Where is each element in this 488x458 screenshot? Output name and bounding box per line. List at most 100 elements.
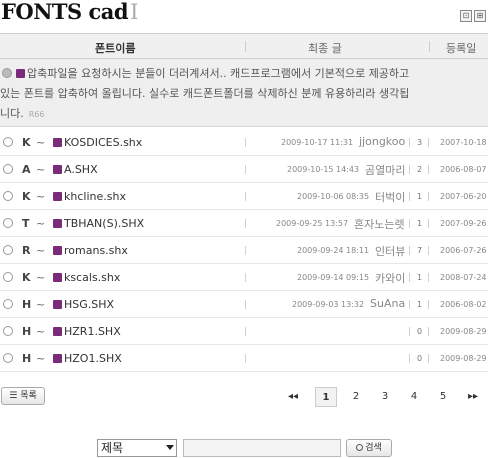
- font-file-link[interactable]: KOSDICES.shx: [64, 136, 142, 149]
- page-4[interactable]: 4: [404, 387, 424, 407]
- column-font-name: 폰트이름: [95, 42, 136, 55]
- list-header: 폰트이름 최종 글 등록일: [0, 33, 488, 59]
- row-radio-icon[interactable]: [3, 299, 13, 309]
- search-button[interactable]: 검색: [346, 439, 392, 457]
- column-divider: [428, 246, 429, 255]
- post-count: 1: [417, 219, 423, 228]
- last-post-author[interactable]: SuAna: [370, 297, 405, 310]
- last-page-icon[interactable]: ▸▸: [466, 387, 480, 407]
- search-icon: [356, 444, 364, 451]
- table-row[interactable]: A ~ A.SHX 2009-10-15 14:43 곰열마리 2 2006-08-07: [0, 156, 488, 183]
- table-row[interactable]: H ~ HZO1.SHX 0 2009-08-29: [0, 345, 488, 372]
- board-header: FONTS cadI ⊡ ⊞: [0, 0, 488, 30]
- notice-row[interactable]: 압축파일을 요청하시는 분들이 더러계셔서.. 캐드프로그램에서 기본적으로 제…: [0, 59, 488, 127]
- table-row[interactable]: K ~ KOSDICES.shx 2009-10-17 11:31 jjongkoo 3 2…: [0, 129, 488, 156]
- column-divider: [245, 300, 246, 309]
- row-tilde: ~: [36, 136, 46, 149]
- last-post-author[interactable]: 곰열마리: [365, 162, 405, 178]
- font-file-link[interactable]: HSG.SHX: [64, 298, 114, 311]
- row-radio-icon[interactable]: [3, 245, 13, 255]
- post-count: 1: [417, 300, 423, 309]
- disk-icon: [53, 192, 62, 201]
- font-file-link[interactable]: HZR1.SHX: [64, 325, 121, 338]
- column-divider: [428, 300, 429, 309]
- column-divider: [409, 165, 410, 174]
- last-post-author[interactable]: 터벅이: [375, 189, 405, 205]
- row-initial: A: [22, 163, 31, 176]
- row-initial: T: [22, 217, 30, 230]
- disk-icon: [53, 273, 62, 282]
- column-divider: [245, 192, 246, 201]
- table-row[interactable]: K ~ kscals.shx 2009-09-14 09:15 카와이 1 2008-07-…: [0, 264, 488, 291]
- registered-date: 2007-10-18: [440, 138, 487, 147]
- disk-icon: [53, 354, 62, 363]
- row-radio-icon[interactable]: [3, 164, 13, 174]
- row-tilde: ~: [36, 244, 46, 257]
- notice-text-end[interactable]: 니다.: [0, 107, 24, 120]
- board-title-text: FONTS cad: [1, 0, 129, 24]
- table-row[interactable]: H ~ HSG.SHX 2009-09-03 13:32 SuAna 1 2006-08-0…: [0, 291, 488, 318]
- admin-icon[interactable]: ⊞: [474, 10, 486, 22]
- registered-date: 2007-09-26: [440, 219, 487, 228]
- registered-date: 2009-08-29: [440, 354, 487, 363]
- last-post-author[interactable]: 카와이: [375, 270, 405, 286]
- column-registered: 등록일: [446, 42, 477, 55]
- search-input[interactable]: [183, 439, 341, 457]
- last-post-author[interactable]: 혼자노는렛: [354, 216, 405, 232]
- registered-date: 2009-08-29: [440, 327, 487, 336]
- row-radio-icon[interactable]: [3, 218, 13, 228]
- notice-line-2[interactable]: 있는 폰트를 압축하여 올립니다. 실수로 캐드폰트폴더를 삭제하신 분께 유용…: [0, 84, 488, 104]
- last-post-date: 2009-09-14 09:15: [297, 273, 370, 282]
- page-2[interactable]: 2: [346, 387, 366, 407]
- search-button-label: 검색: [365, 443, 382, 453]
- table-row[interactable]: R ~ romans.shx 2009-09-24 18:11 인터뷰 7 2006-07-…: [0, 237, 488, 264]
- column-divider: [245, 165, 246, 174]
- registered-date: 2007-06-20: [440, 192, 487, 201]
- last-post-date: 2009-10-17 11:31: [281, 138, 354, 147]
- last-post-author[interactable]: jjongkoo: [359, 135, 405, 148]
- last-post-date: 2009-09-24 18:11: [297, 246, 370, 255]
- row-initial: R: [22, 244, 31, 257]
- search-field-select[interactable]: 제목: [97, 439, 177, 457]
- page-5[interactable]: 5: [433, 387, 453, 407]
- row-initial: H: [22, 325, 32, 338]
- table-row[interactable]: H ~ HZR1.SHX 0 2009-08-29: [0, 318, 488, 345]
- column-divider: [245, 219, 246, 228]
- font-file-link[interactable]: HZO1.SHX: [64, 352, 122, 365]
- row-radio-icon[interactable]: [3, 137, 13, 147]
- row-initial: K: [22, 271, 31, 284]
- row-tilde: ~: [36, 325, 46, 338]
- row-initial: K: [22, 190, 31, 203]
- last-post-author[interactable]: 인터뷰: [375, 243, 405, 259]
- post-count: 1: [417, 273, 423, 282]
- last-post-date: 2009-10-06 08:35: [297, 192, 370, 201]
- font-file-link[interactable]: romans.shx: [64, 244, 128, 257]
- column-divider: [409, 192, 410, 201]
- font-file-link[interactable]: kscals.shx: [64, 271, 120, 284]
- column-divider: [409, 219, 410, 228]
- row-radio-icon[interactable]: [3, 272, 13, 282]
- rss-icon[interactable]: ⊡: [460, 10, 472, 22]
- column-divider: [428, 138, 429, 147]
- column-divider: [428, 354, 429, 363]
- page-1[interactable]: 1: [315, 387, 337, 407]
- font-file-link[interactable]: A.SHX: [64, 163, 98, 176]
- search-select-value: 제목: [101, 441, 124, 455]
- table-row[interactable]: K ~ khcline.shx 2009-10-06 08:35 터벅이 1 2007-06…: [0, 183, 488, 210]
- notice-text[interactable]: 압축파일을 요청하시는 분들이 더러계셔서.. 캐드프로그램에서 기본적으로 제…: [27, 67, 409, 80]
- font-list: K ~ KOSDICES.shx 2009-10-17 11:31 jjongkoo 3 2…: [0, 129, 488, 372]
- row-radio-icon[interactable]: [3, 326, 13, 336]
- table-row[interactable]: T ~ TBHAN(S).SHX 2009-09-25 13:57 혼자노는렛 1 2007…: [0, 210, 488, 237]
- page-3[interactable]: 3: [375, 387, 395, 407]
- disk-icon: [53, 219, 62, 228]
- column-divider: [245, 41, 246, 52]
- row-radio-icon[interactable]: [3, 191, 13, 201]
- font-file-link[interactable]: TBHAN(S).SHX: [64, 217, 144, 230]
- list-button[interactable]: ☰ 목록: [1, 387, 45, 405]
- column-divider: [245, 138, 246, 147]
- row-radio-icon[interactable]: [3, 353, 13, 363]
- notice-bullet-icon: [2, 68, 12, 78]
- font-file-link[interactable]: khcline.shx: [64, 190, 126, 203]
- first-page-icon[interactable]: ◂◂: [286, 387, 300, 407]
- disk-icon: [53, 165, 62, 174]
